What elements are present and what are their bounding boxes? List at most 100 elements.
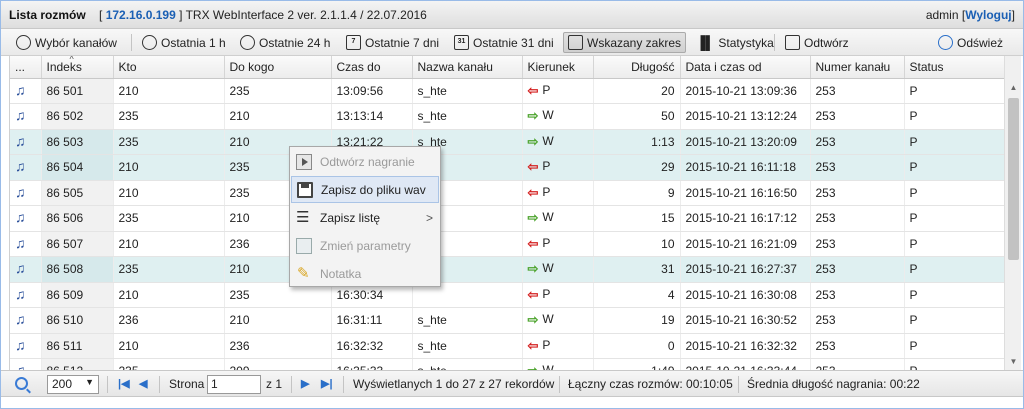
recording-icon[interactable] — [15, 260, 28, 276]
cell-channel-name: s_hte — [412, 103, 523, 130]
recording-icon[interactable] — [15, 235, 28, 251]
last-7d-button[interactable]: 7 Ostatnie 7 dni — [341, 32, 444, 53]
cell-caller: 210 — [113, 154, 225, 181]
recording-icon-cell — [10, 231, 42, 257]
cell-length: 4 — [593, 282, 681, 308]
table-row[interactable]: 86 508235210⇨W312015-10-21 16:27:37253P — [10, 256, 1005, 283]
column-header-channel-name[interactable]: Nazwa kanału — [412, 56, 523, 79]
recording-icon[interactable] — [15, 184, 28, 200]
incoming-arrow-icon: ⇦ — [527, 235, 539, 251]
table-row[interactable]: 86 51121023616:32:32s_hte⇦P02015-10-21 1… — [10, 333, 1005, 359]
table-row[interactable]: 86 50921023516:30:34⇦P42015-10-21 16:30:… — [10, 282, 1005, 308]
menu-item-note[interactable]: Notatka — [291, 260, 439, 287]
statistics-button[interactable]: ▐▌ Statystyka — [691, 32, 779, 53]
play-button[interactable]: Odtwórz — [780, 32, 854, 53]
date-range-button[interactable]: Wskazany zakres — [563, 32, 687, 53]
column-header-end-time[interactable]: Czas do — [331, 56, 413, 79]
menu-item-save-wav[interactable]: Zapisz do pliku wav — [291, 176, 439, 203]
radio-channels-icon — [16, 35, 31, 50]
cell-index: 86 504 — [41, 154, 114, 181]
cell-length: 9 — [593, 180, 681, 206]
cell-caller: 235 — [113, 358, 225, 370]
last-24h-button[interactable]: Ostatnie 24 h — [235, 32, 335, 53]
table-row[interactable]: 86 506235210⇨W152015-10-21 16:17:12253P — [10, 205, 1005, 232]
recording-icon-cell — [10, 129, 42, 155]
scroll-thumb[interactable] — [1008, 98, 1019, 260]
refresh-button[interactable]: Odśwież — [933, 32, 1008, 53]
total-call-time: Łączny czas rozmów: 00:10:05 — [568, 377, 733, 391]
table-row[interactable]: 86 504210235⇦P292015-10-21 16:11:18253P — [10, 154, 1005, 181]
recording-icon[interactable] — [15, 82, 28, 98]
play-icon — [785, 35, 800, 50]
last-1h-button[interactable]: Ostatnia 1 h — [137, 32, 231, 53]
vertical-scrollbar[interactable]: ▲ ▼ — [1004, 56, 1021, 370]
recording-icon[interactable] — [15, 133, 28, 149]
sort-asc-icon: ^ — [69, 56, 74, 64]
column-header-menu[interactable]: ... — [10, 56, 42, 79]
context-menu: Odtwórz nagranie Zapisz do pliku wav Zap… — [289, 146, 441, 287]
cell-direction: ⇨W — [522, 129, 594, 155]
page-number-input[interactable]: 1 — [207, 375, 261, 394]
recording-icon[interactable] — [15, 286, 28, 302]
cell-direction: ⇨W — [522, 358, 594, 370]
table-row[interactable]: 86 507210236⇦P102015-10-21 16:21:09253P — [10, 231, 1005, 257]
recording-icon-cell — [10, 256, 42, 283]
column-header-callee[interactable]: Do kogo — [224, 56, 332, 79]
cell-caller: 235 — [113, 129, 225, 155]
first-page-icon[interactable]: |◀ — [118, 377, 130, 390]
cell-end-time: 16:35:33 — [331, 358, 413, 370]
page-count: z 1 — [266, 377, 283, 391]
incoming-arrow-icon: ⇦ — [527, 286, 539, 302]
cell-index: 86 506 — [41, 205, 114, 232]
cell-channel-number: 253 — [810, 154, 905, 181]
menu-item-change-params[interactable]: Zmień parametry — [291, 232, 439, 259]
table-row[interactable]: 86 51223520916:35:33s_hte⇨W1:492015-10-2… — [10, 358, 1005, 370]
incoming-arrow-icon: ⇦ — [527, 159, 539, 175]
search-icon[interactable] — [15, 377, 28, 390]
table-row[interactable]: 86 51023621016:31:11s_hte⇨W192015-10-21 … — [10, 307, 1005, 334]
recording-icon[interactable] — [15, 337, 28, 353]
column-header-start-datetime[interactable]: Data i czas od — [680, 56, 811, 79]
table-row[interactable]: 86 505210235⇦P92015-10-21 16:16:50253P — [10, 180, 1005, 206]
cell-length: 10 — [593, 231, 681, 257]
last-page-icon[interactable]: ▶| — [321, 377, 333, 390]
user-area: admin [Wyloguj] — [925, 8, 1015, 22]
table-row[interactable]: 86 50323521013:21:22s_hte⇨W1:132015-10-2… — [10, 129, 1005, 155]
cell-length: 1:13 — [593, 129, 681, 155]
outgoing-arrow-icon: ⇨ — [527, 312, 539, 328]
menu-item-save-list[interactable]: Zapisz listę > — [291, 204, 439, 231]
cell-direction: ⇦ P — [522, 333, 594, 359]
cell-callee: 209 — [224, 358, 332, 370]
channel-select-button[interactable]: Wybór kanałów — [11, 32, 122, 53]
column-header-status[interactable]: Status — [904, 56, 1005, 79]
column-header-direction[interactable]: Kierunek — [522, 56, 594, 79]
refresh-icon — [938, 35, 953, 50]
column-header-index[interactable]: ^ Indeks — [41, 56, 114, 79]
recording-icon[interactable] — [15, 209, 28, 225]
cell-start-datetime: 2015-10-21 16:21:09 — [680, 231, 811, 257]
cell-caller: 210 — [113, 231, 225, 257]
recording-icon[interactable] — [15, 107, 28, 123]
cell-channel-number: 253 — [810, 282, 905, 308]
cell-start-datetime: 2015-10-21 16:32:32 — [680, 333, 811, 359]
page-size-select[interactable]: 200 ▼ — [47, 375, 99, 394]
menu-item-play-recording[interactable]: Odtwórz nagranie — [291, 148, 439, 175]
recording-icon[interactable] — [15, 311, 28, 327]
recording-icon-cell — [10, 180, 42, 206]
column-header-length[interactable]: Długość — [593, 56, 681, 79]
column-header-caller[interactable]: Kto — [113, 56, 225, 79]
table-row[interactable]: 86 50223521013:13:14s_hte⇨W502015-10-21 … — [10, 103, 1005, 130]
scroll-up-icon[interactable]: ▲ — [1005, 80, 1021, 96]
username: admin — [925, 8, 959, 22]
page-label: Strona — [169, 377, 205, 391]
recording-icon[interactable] — [15, 158, 28, 174]
table-row[interactable]: 86 50121023513:09:56s_hte⇦P202015-10-21 … — [10, 78, 1005, 104]
next-page-icon[interactable]: ▶ — [301, 377, 309, 390]
column-header-channel-number[interactable]: Numer kanału — [810, 56, 905, 79]
logout-link[interactable]: Wyloguj — [965, 8, 1011, 22]
cell-channel-number: 253 — [810, 78, 905, 104]
previous-page-icon[interactable]: ◀ — [139, 377, 147, 390]
app-version: TRX WebInterface 2 ver. 2.1.1.4 / 22.07.… — [185, 8, 427, 22]
last-31d-button[interactable]: 31 Ostatnie 31 dni — [449, 32, 559, 53]
scroll-down-icon[interactable]: ▼ — [1005, 354, 1021, 370]
